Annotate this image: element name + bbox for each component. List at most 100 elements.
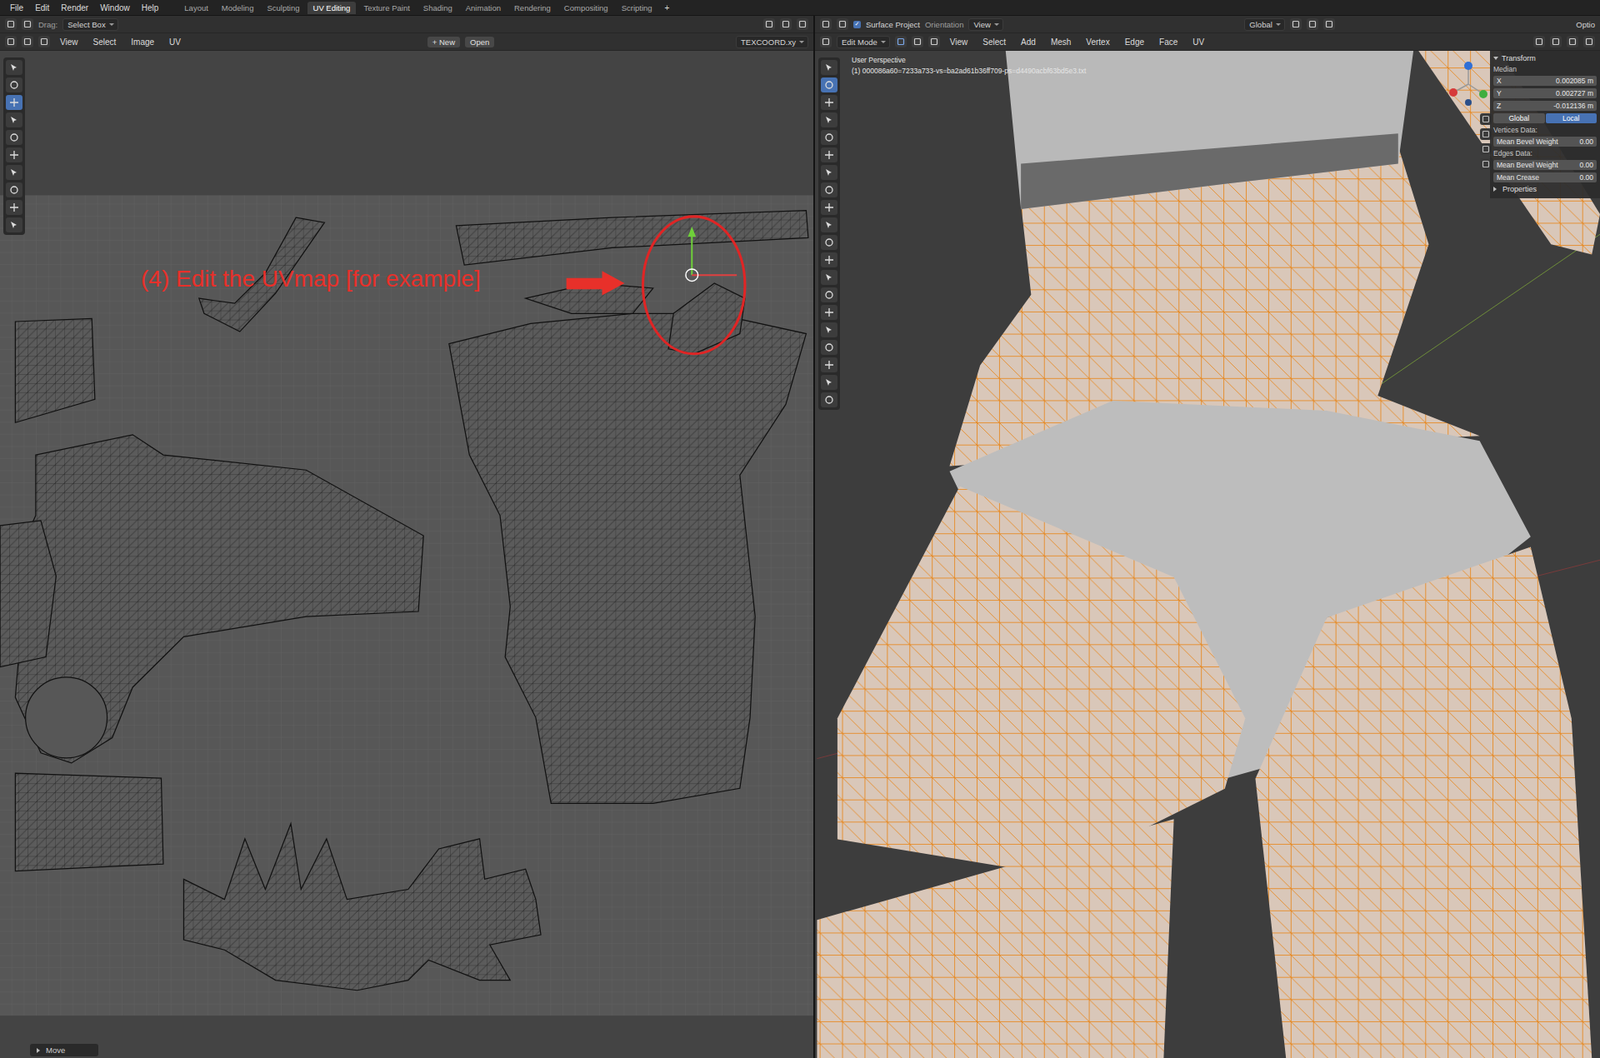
viewport-menu[interactable]: Add — [1015, 36, 1041, 48]
workspace-tab[interactable]: Modeling — [215, 1, 260, 15]
mode-dropdown[interactable]: Edit Mode — [836, 35, 890, 49]
tool-button[interactable] — [5, 95, 23, 110]
tool-button[interactable] — [5, 60, 23, 75]
workspace-tab[interactable]: Shading — [417, 1, 459, 15]
workspace-tab[interactable]: Sculpting — [260, 1, 305, 15]
tool-button[interactable] — [5, 77, 23, 93]
viewport-menu[interactable]: Select — [977, 36, 1011, 48]
workspace-tab[interactable]: Scripting — [615, 1, 659, 15]
proportional[interactable] — [796, 18, 809, 30]
last-operator-panel[interactable]: Move — [30, 1044, 99, 1057]
workspace-tab[interactable]: Animation — [460, 1, 507, 15]
editor-type[interactable] — [5, 18, 17, 30]
menu-item[interactable]: Help — [136, 2, 165, 14]
tool-button[interactable] — [5, 217, 23, 233]
tool-button[interactable] — [820, 357, 838, 373]
tool-button[interactable] — [5, 112, 23, 128]
coordinate-field[interactable]: Z-0.012136 m — [1493, 100, 1597, 111]
tool-button[interactable] — [5, 130, 23, 145]
workspace-tab[interactable]: Texture Paint — [357, 1, 415, 15]
data-field[interactable]: Mean Bevel Weight0.00 — [1493, 136, 1597, 147]
snap[interactable] — [780, 18, 792, 30]
drag-mode-dropdown[interactable]: Select Box — [62, 18, 118, 31]
shading-solid[interactable] — [1566, 35, 1579, 48]
viewport-menu[interactable]: Edge — [1120, 36, 1150, 48]
tool-button[interactable] — [820, 60, 838, 75]
tool-button[interactable] — [5, 182, 23, 198]
edge-select[interactable] — [38, 35, 50, 48]
edge-select[interactable] — [911, 35, 924, 48]
workspace-tab[interactable]: UV Editing — [307, 1, 357, 15]
tool-button[interactable] — [5, 200, 23, 215]
tool-button[interactable] — [5, 147, 23, 163]
viewport-menu[interactable]: Mesh — [1045, 36, 1076, 48]
workspace-tab[interactable]: Rendering — [508, 1, 557, 15]
tool-button[interactable] — [820, 270, 838, 285]
tool-button[interactable] — [820, 200, 838, 215]
tool-button[interactable] — [820, 375, 838, 390]
workspace-tab[interactable]: Compositing — [558, 1, 615, 15]
vertex-select[interactable] — [21, 35, 34, 48]
uv-menu[interactable]: UV — [164, 36, 186, 48]
proportional[interactable] — [1323, 18, 1335, 30]
pivot[interactable] — [1290, 18, 1302, 30]
orientation-dropdown[interactable]: View — [968, 18, 1003, 31]
uv-canvas[interactable]: (4) Edit the UVmap [for example]Move — [0, 50, 814, 1058]
tool-button[interactable] — [820, 392, 838, 408]
properties-header[interactable]: Properties — [1493, 185, 1597, 194]
data-field[interactable]: Mean Bevel Weight0.00 — [1493, 160, 1597, 170]
menu-item[interactable]: Render — [55, 2, 94, 14]
space-button[interactable]: Global — [1493, 113, 1545, 124]
viewport-menu[interactable]: View — [945, 36, 974, 48]
surface-project-checkbox[interactable]: ✓ — [853, 20, 861, 29]
workspace-tab[interactable]: Layout — [178, 1, 215, 15]
tool-button[interactable] — [820, 112, 838, 128]
vertex-select[interactable] — [895, 35, 907, 48]
transform-tool[interactable] — [21, 18, 34, 30]
tool-button[interactable] — [820, 322, 838, 338]
xray[interactable] — [1550, 35, 1562, 48]
options-menu[interactable]: Optio — [1575, 20, 1595, 30]
tool-button[interactable] — [820, 305, 838, 320]
tool-button[interactable] — [820, 130, 838, 145]
tool-button[interactable] — [820, 147, 838, 163]
tool-button[interactable] — [820, 252, 838, 268]
viewport-canvas[interactable]: User Perspective(1) 000086a60=7233a733-v… — [815, 50, 1600, 1058]
snap[interactable] — [1306, 18, 1319, 30]
uv-sync[interactable] — [5, 35, 17, 48]
viewport-menu[interactable]: Face — [1154, 36, 1183, 48]
scene-render[interactable] — [815, 50, 1600, 1058]
new-image-button[interactable]: + New — [427, 36, 460, 48]
tool-button[interactable] — [820, 165, 838, 180]
uv-menu[interactable]: Image — [125, 36, 160, 48]
uv-layout[interactable] — [0, 50, 814, 1058]
transform-header[interactable]: Transform — [1493, 54, 1597, 63]
tool-button[interactable] — [820, 182, 838, 198]
axis-gizmo-icon[interactable] — [1443, 59, 1494, 110]
uv-menu[interactable]: View — [55, 36, 84, 48]
open-image-button[interactable]: Open — [465, 36, 495, 48]
coordinate-field[interactable]: X0.002085 m — [1493, 75, 1597, 86]
space-button[interactable]: Local — [1545, 113, 1598, 124]
tool-button[interactable] — [820, 287, 838, 303]
pivot[interactable] — [763, 18, 775, 30]
uv-menu[interactable]: Select — [88, 36, 122, 48]
editor-type[interactable] — [820, 18, 832, 30]
uv-map-dropdown[interactable]: TEXCOORD.xy — [735, 35, 809, 49]
data-field[interactable]: Mean Crease0.00 — [1493, 172, 1597, 183]
overlays[interactable] — [1533, 35, 1545, 48]
tool-button[interactable] — [820, 95, 838, 110]
tool-button[interactable] — [820, 340, 838, 355]
menu-item[interactable]: Edit — [30, 2, 55, 14]
viewport-menu[interactable]: Vertex — [1080, 36, 1115, 48]
coordinate-field[interactable]: Y0.002727 m — [1493, 88, 1597, 99]
editor-type[interactable] — [820, 35, 832, 48]
menu-item[interactable]: Window — [95, 2, 135, 14]
face-select[interactable] — [928, 35, 940, 48]
menu-item[interactable]: File — [5, 2, 29, 14]
tool-button[interactable] — [820, 77, 838, 93]
viewport-menu[interactable]: UV — [1187, 36, 1210, 48]
add-workspace-button[interactable]: + — [660, 2, 675, 14]
shading-material[interactable] — [1583, 35, 1595, 48]
tool-button[interactable] — [5, 165, 23, 180]
